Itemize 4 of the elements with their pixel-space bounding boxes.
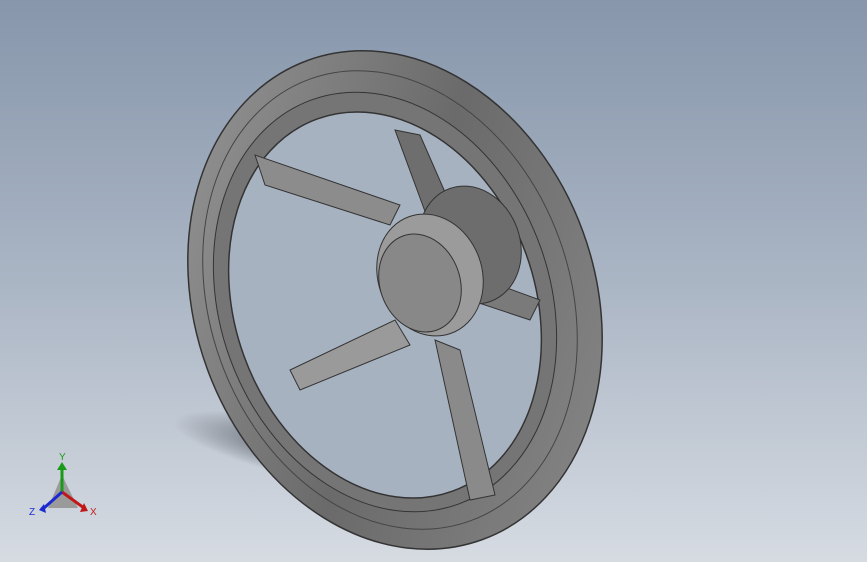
axis-triad-icon (39, 462, 88, 513)
z-axis-label: Z (29, 507, 36, 518)
x-axis-label: X (90, 507, 97, 518)
y-axis-label: Y (59, 452, 66, 463)
